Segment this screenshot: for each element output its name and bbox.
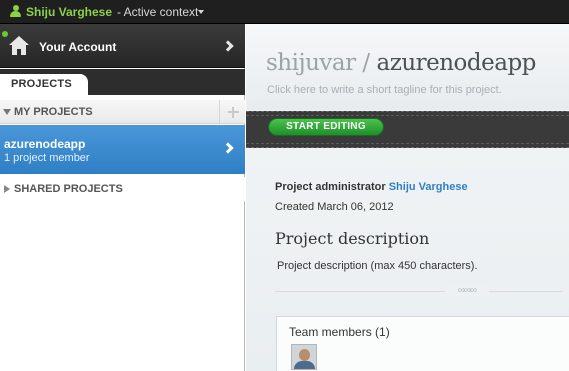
your-account-label: Your Account [39,40,117,54]
divider [275,291,563,292]
project-item-azurenodeapp[interactable]: azurenodeapp 1 project member [0,125,245,174]
admin-line: Project administrator Shiju Varghese [275,181,468,193]
start-editing-button[interactable]: START EDITING [268,118,384,136]
top-bar: Shiju Varghese - Active context [0,0,569,24]
project-members-count: 1 project member [4,152,90,164]
expand-arrow-icon [4,185,10,193]
user-icon [10,5,21,18]
team-members-title: Team members (1) [289,325,390,339]
status-dot [2,31,8,37]
your-account-button[interactable]: Your Account [0,24,245,68]
team-members-box: Team members (1) [276,316,569,371]
ornament-icon: ∞∞∞ [445,286,489,296]
project-header: shijuvar / azurenodeapp Click here to wr… [246,24,569,110]
owner-link[interactable]: shijuvar [266,50,356,76]
tab-projects[interactable]: PROJECTS [0,74,88,95]
shared-projects-label: SHARED PROJECTS [14,183,123,195]
chevron-right-icon [222,40,234,52]
title-separator: / [355,50,377,76]
my-projects-label: MY PROJECTS [14,106,93,118]
admin-name-link[interactable]: Shiju Varghese [389,181,468,193]
collapse-arrow-icon [3,109,11,115]
my-projects-header[interactable]: MY PROJECTS [0,100,245,124]
page-title: shijuvar / azurenodeapp [266,50,536,76]
avatar[interactable] [291,344,317,370]
shared-projects-header[interactable]: SHARED PROJECTS [0,177,245,201]
add-project-button[interactable] [219,100,245,124]
active-context-menu[interactable]: - Active context [117,5,198,19]
description-heading: Project description [275,229,430,248]
admin-label: Project administrator [275,181,386,193]
main-panel: shijuvar / azurenodeapp Click here to wr… [246,24,569,371]
edit-toolbar: START EDITING [246,111,569,148]
chevron-down-icon[interactable] [198,10,204,14]
sidebar-tabs: PROJECTS [0,69,245,95]
sidebar: Your Account PROJECTS MY PROJECTS azuren… [0,24,245,371]
project-title: azurenodeapp [376,50,537,76]
project-name: azurenodeapp [4,137,86,151]
home-icon [9,36,29,56]
tagline-edit-link[interactable]: Click here to write a short tagline for … [267,84,502,96]
username-link[interactable]: Shiju Varghese [26,5,112,19]
created-date: Created March 06, 2012 [275,201,394,213]
description-text[interactable]: Project description (max 450 characters)… [277,260,478,272]
chevron-right-icon [222,142,234,154]
